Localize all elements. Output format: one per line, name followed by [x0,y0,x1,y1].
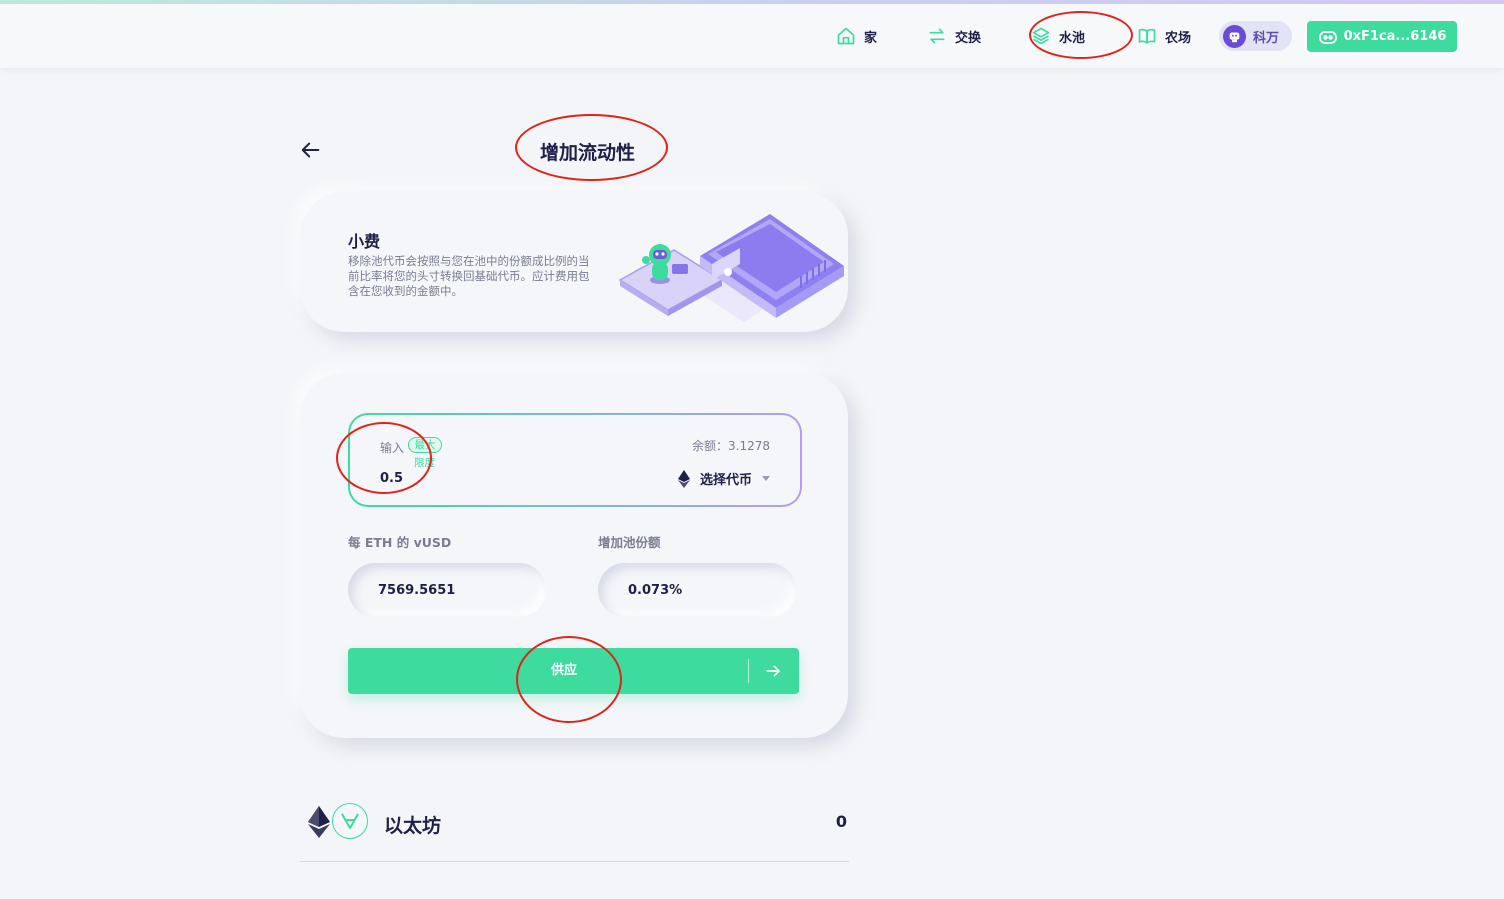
wallet-address-button[interactable]: 0xF1ca...6146 [1307,21,1457,52]
rate-value: 7569.5651 [348,563,546,617]
pool-illustration [618,214,844,322]
nav-pool-label: 水池 [1059,30,1086,46]
tip-description: 移除池代币会按照与您在池中的份额成比例的当前比率将您的头寸转换回基础代币。应计费… [348,254,590,298]
page-title: 增加流动性 [540,142,636,164]
robot-avatar-icon [1223,24,1246,48]
input-label: 输入 [380,441,405,455]
nav-home-label: 家 [864,30,878,46]
vusd-icon [332,803,368,839]
nav-swap-label: 交换 [955,30,982,46]
arrow-right-icon [766,665,780,677]
share-value: 0.073% [598,563,796,617]
nav-pool[interactable]: 水池 [1031,22,1085,50]
nav-swap[interactable]: 交换 [927,22,981,50]
dropdown-caret-icon [762,475,770,481]
back-arrow-icon[interactable] [300,139,322,161]
tip-title: 小费 [348,232,381,251]
nav-farm-label: 农场 [1165,30,1192,46]
book-icon [1138,28,1156,44]
share-label: 增加池份额 [598,535,661,550]
pair-name: 以太坊 [384,815,442,837]
add-liquidity-form: 输入 最大 限度 0.5 余额：3.1278 选择代币 每 ETH 的 vUSD… [300,373,848,738]
supply-button[interactable]: 供应 [348,648,799,694]
token-select-dropdown[interactable]: 选择代币 [677,469,770,488]
pair-balance: 0 [835,812,847,831]
max-limit-label: 限度 [414,457,435,469]
amount-input[interactable]: 0.5 [380,471,403,486]
rate-label: 每 ETH 的 vUSD [348,535,452,550]
amount-input-box[interactable]: 输入 最大 限度 0.5 余额：3.1278 选择代币 [348,413,802,507]
wallet-address: 0xF1ca...6146 [1343,29,1447,44]
nav-home[interactable]: 家 [836,22,877,50]
ethereum-icon [308,806,330,838]
tip-card: 小费 移除池代币会按照与您在池中的份额成比例的当前比率将您的头寸转换回基础代币。… [300,192,848,332]
profile-button[interactable]: 科万 [1219,21,1292,51]
top-navigation: 家 交换 水池 农场 科万 0xF1ca...6146 [0,4,1504,68]
nav-farm[interactable]: 农场 [1137,22,1191,50]
balance-text: 余额：3.1278 [692,439,770,453]
layers-icon [1032,27,1050,45]
home-icon [837,27,855,45]
swap-icon [929,28,945,44]
pair-row[interactable]: 以太坊 0 [300,800,849,862]
profile-label: 科万 [1253,30,1280,46]
max-button[interactable]: 最大 [408,437,442,453]
wallet-robot-icon [1318,30,1337,44]
supply-button-label: 供应 [550,663,577,678]
supply-divider [748,659,749,683]
token-select-label: 选择代币 [699,473,752,488]
ethereum-icon [677,469,690,488]
